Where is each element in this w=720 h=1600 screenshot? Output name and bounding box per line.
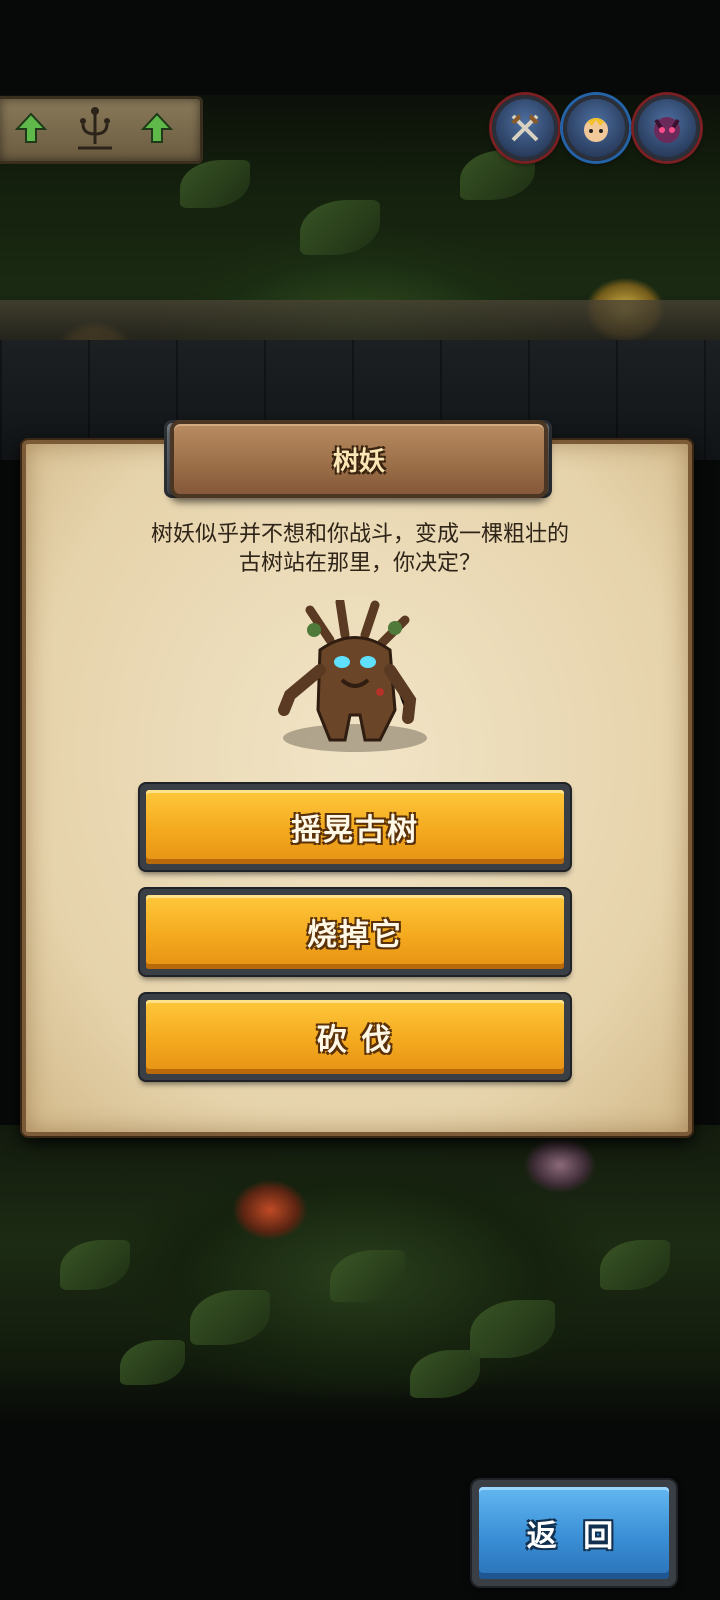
option-label: 砍 伐 [146,1000,564,1074]
description-line: 树妖似乎并不想和你战斗，变成一棵粗壮的 [150,522,569,547]
option-label: 摇晃古树 [146,790,564,864]
arrow-up-icon [140,112,174,143]
crossed-axes-icon [511,114,539,142]
hero-portrait-icon [584,118,608,142]
back-button[interactable]: 返 回 [472,1480,676,1586]
arrow-up-icon [14,112,48,143]
option-burn-button[interactable]: 烧掉它 [140,889,570,975]
back-label: 返 回 [479,1487,669,1579]
crossed-axes-button[interactable] [492,95,558,161]
monster-portrait-icon [654,117,680,143]
event-title: 树妖 [332,446,385,477]
ground-strip [0,300,720,340]
event-description: 树妖似乎并不想和你战斗，变成一棵粗壮的 古树站在那里，你决定？ [60,520,660,578]
torch-resource-box[interactable] [0,96,203,164]
option-shake-tree-button[interactable]: 摇晃古树 [140,784,570,870]
option-label: 烧掉它 [146,895,564,969]
description-line: 古树站在那里，你决定？ [238,551,481,576]
option-chop-button[interactable]: 砍 伐 [140,994,570,1080]
hero-portrait-button[interactable] [563,95,629,161]
monster-portrait-button[interactable] [634,95,700,161]
treant-icon [278,600,427,752]
candelabra-icon [78,107,112,150]
